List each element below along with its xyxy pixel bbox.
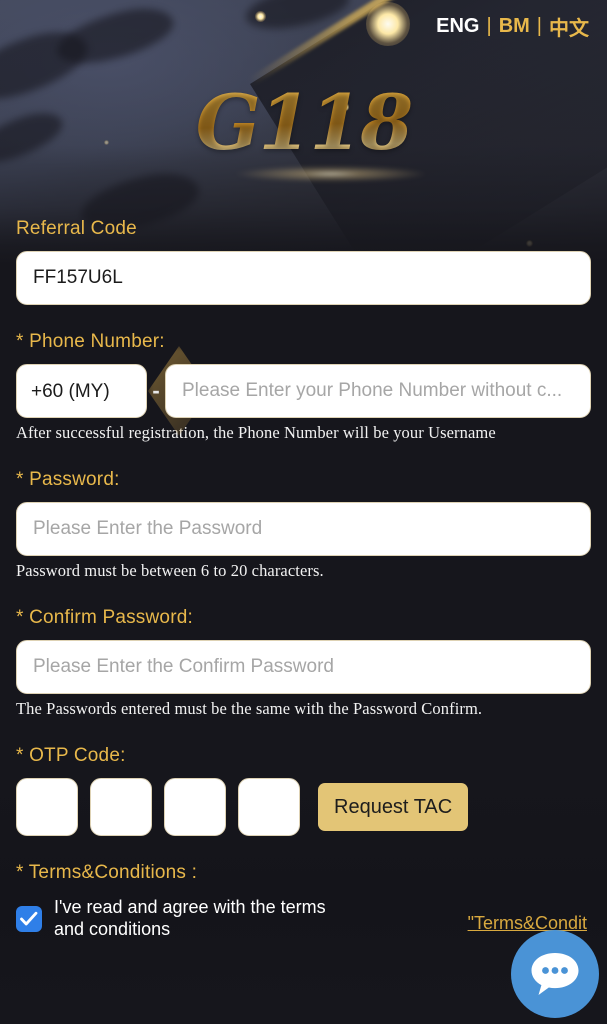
terms-agree-group: I've read and agree with the terms and c… (16, 897, 356, 941)
lang-option-bm[interactable]: BM (499, 15, 530, 38)
phone-number-input[interactable] (165, 364, 591, 418)
phone-number-row: +60 (MY) - (16, 346, 591, 436)
terms-agree-text: I've read and agree with the terms and c… (54, 897, 326, 939)
otp-digit-input[interactable] (90, 778, 152, 836)
otp-digit-input[interactable] (238, 778, 300, 836)
check-icon (20, 911, 38, 926)
phone-separator: - (152, 378, 160, 403)
otp-code-row: Request TAC (16, 778, 591, 836)
terms-checkbox[interactable] (16, 905, 42, 932)
lang-option-chinese[interactable]: 中文 (549, 12, 589, 41)
terms-conditions-label: * Terms&Conditions : (16, 862, 198, 883)
confirm-password-hint: The Passwords entered must be the same w… (16, 699, 483, 718)
lang-separator: | (536, 15, 542, 37)
phone-number-label: * Phone Number: (16, 331, 165, 352)
otp-digit-input[interactable] (164, 778, 226, 836)
language-switcher: ENG | BM | 中文 (436, 12, 589, 41)
referral-code-input[interactable] (16, 251, 591, 305)
chat-support-button[interactable] (511, 930, 599, 1018)
country-code-wrapper: +60 (MY) (16, 364, 147, 418)
confirm-password-label: * Confirm Password: (16, 607, 193, 628)
password-hint: Password must be between 6 to 20 charact… (16, 561, 324, 580)
lang-option-eng[interactable]: ENG (436, 15, 479, 38)
password-label: * Password: (16, 469, 120, 490)
request-tac-button[interactable]: Request TAC (318, 783, 469, 831)
lang-separator: | (486, 15, 492, 37)
confirm-password-input[interactable] (16, 640, 591, 694)
terms-conditions-link[interactable]: "Terms&Condit (468, 913, 587, 934)
registration-form: Referral Code * Phone Number: +60 (MY) -… (0, 0, 607, 941)
terms-row: I've read and agree with the terms and c… (16, 897, 591, 941)
otp-digit-input[interactable] (16, 778, 78, 836)
referral-code-label: Referral Code (16, 218, 137, 239)
password-input[interactable] (16, 502, 591, 556)
registration-page: G118 ENG | BM | 中文 Referral Code * Phone… (0, 0, 607, 1024)
chat-bubble-icon (531, 953, 579, 995)
country-code-select[interactable]: +60 (MY) (16, 364, 147, 418)
otp-code-label: * OTP Code: (16, 745, 126, 766)
phone-number-hint: After successful registration, the Phone… (16, 423, 496, 442)
